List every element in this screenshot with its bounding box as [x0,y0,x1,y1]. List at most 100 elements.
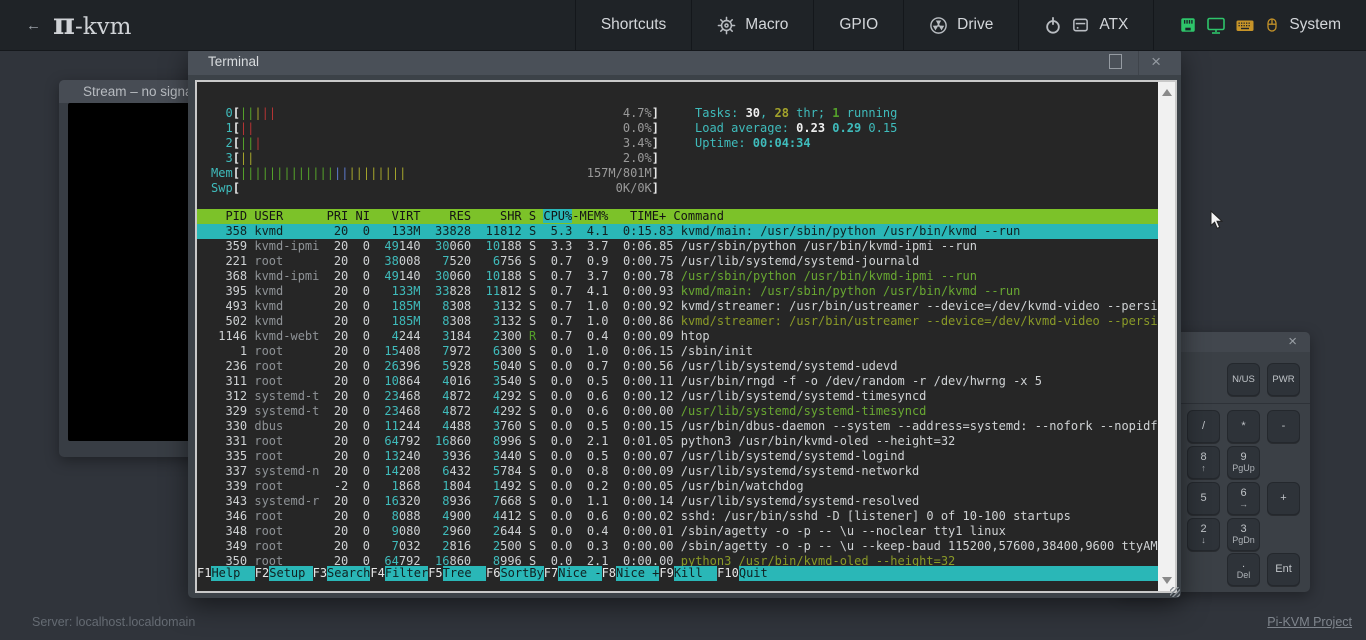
keyboard-icon [1235,16,1255,34]
process-row-331[interactable]: 331 root 20 0 64792 16860 8996 S 0.0 2.1… [197,434,1158,449]
terminal-titlebar[interactable]: Terminal × [188,48,1181,75]
key-2[interactable]: 2↓ [1187,518,1220,551]
fkey-f1[interactable]: F1 [197,566,211,581]
fkey-f4[interactable]: F4 [370,566,384,581]
top-navbar: ← π-kvm Shortcuts Macro GPIODrive ATX System [0,0,1366,51]
fkey-f9[interactable]: F9 [659,566,673,581]
fkey-f3[interactable]: F3 [313,566,327,581]
resize-grip[interactable] [1170,587,1180,597]
process-row-349[interactable]: 349 root 20 0 7032 2816 2500 S 0.0 0.3 0… [197,539,1158,554]
nav-item-label: ATX [1099,16,1128,34]
terminal-window: Terminal × 0[|||||4.7%] 1[||0.0%] 2[|||3… [188,48,1181,598]
htop-function-key-bar: F1Help F2Setup F3SearchF4FilterF5Tree F6… [197,566,1158,581]
terminal-title: Terminal [208,54,259,69]
fkey-label-f8[interactable]: Nice + [616,566,659,581]
key-del[interactable]: .Del [1227,553,1260,586]
logo-suffix: -kvm [75,14,132,40]
process-row-330[interactable]: 330 dbus 20 0 11244 4488 3760 S 0.0 0.5 … [197,419,1158,434]
key-plus[interactable]: + [1267,482,1300,515]
fkey-label-f10[interactable]: Quit [739,566,1158,581]
htop-screen: 0[|||||4.7%] 1[||0.0%] 2[|||3.4%] 3[||2.… [197,82,1158,591]
process-row-359[interactable]: 359 kvmd-ipmi 20 0 49140 30060 10188 S 3… [197,239,1158,254]
htop-process-table: PID USER PRI NI VIRT RES SHR S CPU%-MEM%… [197,209,1158,569]
process-row-221[interactable]: 221 root 20 0 38008 7520 6756 S 0.7 0.9 … [197,254,1158,269]
back-arrow-button[interactable]: ← [26,17,41,34]
key-minus[interactable]: - [1267,410,1300,443]
meter-3: 3[||2.0%] [211,151,659,166]
nav-item-label: Shortcuts [601,16,666,34]
meter-swp: Swp[0K/0K] [211,181,659,196]
pikvm-logo[interactable]: π-kvm [53,10,131,40]
key-6[interactable]: 6→ [1227,482,1260,515]
key-8[interactable]: 8↑ [1187,446,1220,479]
fkey-f10[interactable]: F10 [717,566,739,581]
close-icon[interactable]: × [1138,48,1173,75]
nav-item-shortcuts[interactable]: Shortcuts [575,0,691,50]
fkey-label-f7[interactable]: Nice - [558,566,601,581]
key-pwr[interactable]: PWR [1267,363,1300,396]
process-row-335[interactable]: 335 root 20 0 13240 3936 3440 S 0.0 0.5 … [197,449,1158,464]
fkey-label-f3[interactable]: Search [327,566,370,581]
pikvm-project-link[interactable]: Pi-KVM Project [1267,615,1352,629]
ethernet-icon [1179,16,1197,34]
fkey-f2[interactable]: F2 [255,566,269,581]
key-nus[interactable]: N/US [1227,363,1260,396]
key-5[interactable]: 5 [1187,482,1220,515]
scroll-up-icon[interactable] [1162,89,1172,96]
maximize-icon[interactable] [1109,54,1122,69]
process-row-368[interactable]: 368 kvmd-ipmi 20 0 49140 30060 10188 S 0… [197,269,1158,284]
meter-2: 2[|||3.4%] [211,136,659,151]
process-row-311[interactable]: 311 root 20 0 10864 4016 3540 S 0.0 0.5 … [197,374,1158,389]
key-slash[interactable]: / [1187,410,1220,443]
htop-info-block: Tasks: 30, 28 thr; 1 runningLoad average… [695,106,897,151]
scroll-down-icon[interactable] [1162,577,1172,584]
htop-info-line: Tasks: 30, 28 thr; 1 running [695,106,897,121]
process-row-236[interactable]: 236 root 20 0 26396 5928 5040 S 0.0 0.7 … [197,359,1158,374]
fkey-label-f5[interactable]: Tree [443,566,486,581]
htop-info-line: Load average: 0.23 0.29 0.15 [695,121,897,136]
power-icon [1044,16,1062,35]
fan-icon [929,16,948,35]
process-row-395[interactable]: 395 kvmd 20 0 133M 33828 11812 S 0.7 4.1… [197,284,1158,299]
nav-item-system[interactable]: System [1153,0,1366,50]
process-row-339[interactable]: 339 root -2 0 1868 1804 1492 S 0.0 0.2 0… [197,479,1158,494]
scrollbar[interactable] [1158,82,1175,591]
process-row-346[interactable]: 346 root 20 0 8088 4900 4412 S 0.0 0.6 0… [197,509,1158,524]
nav-item-atx[interactable]: ATX [1018,0,1153,50]
mouse-cursor [1210,210,1228,230]
process-table-header[interactable]: PID USER PRI NI VIRT RES SHR S CPU%-MEM%… [197,209,1158,224]
process-row-1146[interactable]: 1146 kvmd-webt 20 0 4244 3184 2300 R 0.7… [197,329,1158,344]
nav-item-macro[interactable]: Macro [691,0,813,50]
close-icon[interactable]: × [1288,333,1297,350]
process-row-343[interactable]: 343 systemd-r 20 0 16320 8936 7668 S 0.0… [197,494,1158,509]
process-row-312[interactable]: 312 systemd-t 20 0 23468 4872 4292 S 0.0… [197,389,1158,404]
process-row-493[interactable]: 493 kvmd 20 0 185M 8308 3132 S 0.7 1.0 0… [197,299,1158,314]
nav-item-gpio[interactable]: GPIO [813,0,903,50]
key-ent[interactable]: Ent [1267,553,1300,586]
fkey-label-f6[interactable]: SortBy [500,566,543,581]
fkey-f7[interactable]: F7 [544,566,558,581]
process-row-1[interactable]: 1 root 20 0 15408 7972 6300 S 0.0 1.0 0:… [197,344,1158,359]
fkey-label-f2[interactable]: Setup [269,566,312,581]
nav-item-drive[interactable]: Drive [903,0,1018,50]
meter-mem: Mem[|||||||||||||||||||||||157M/801M] [211,166,659,181]
process-row-337[interactable]: 337 systemd-n 20 0 14208 6432 5784 S 0.0… [197,464,1158,479]
process-row-348[interactable]: 348 root 20 0 9080 2960 2644 S 0.0 0.4 0… [197,524,1158,539]
process-row-502[interactable]: 502 kvmd 20 0 185M 8308 3132 S 0.7 1.0 0… [197,314,1158,329]
gear-icon [717,16,736,35]
server-hostname-label: Server: localhost.localdomain [32,615,195,629]
key-3[interactable]: 3PgDn [1227,518,1260,551]
key-asterisk[interactable]: * [1227,410,1260,443]
fkey-label-f1[interactable]: Help [211,566,254,581]
process-row-329[interactable]: 329 systemd-t 20 0 23468 4872 4292 S 0.0… [197,404,1158,419]
fkey-label-f4[interactable]: Filter [385,566,428,581]
fkey-f5[interactable]: F5 [428,566,442,581]
nav-item-label: System [1289,16,1341,34]
nav-item-label: Macro [745,16,788,34]
fkey-f6[interactable]: F6 [486,566,500,581]
fkey-f8[interactable]: F8 [602,566,616,581]
fkey-label-f9[interactable]: Kill [674,566,717,581]
process-row-358[interactable]: 358 kvmd 20 0 133M 33828 11812 S 5.3 4.1… [197,224,1158,239]
key-9[interactable]: 9PgUp [1227,446,1260,479]
logo-pi: π [53,10,75,40]
